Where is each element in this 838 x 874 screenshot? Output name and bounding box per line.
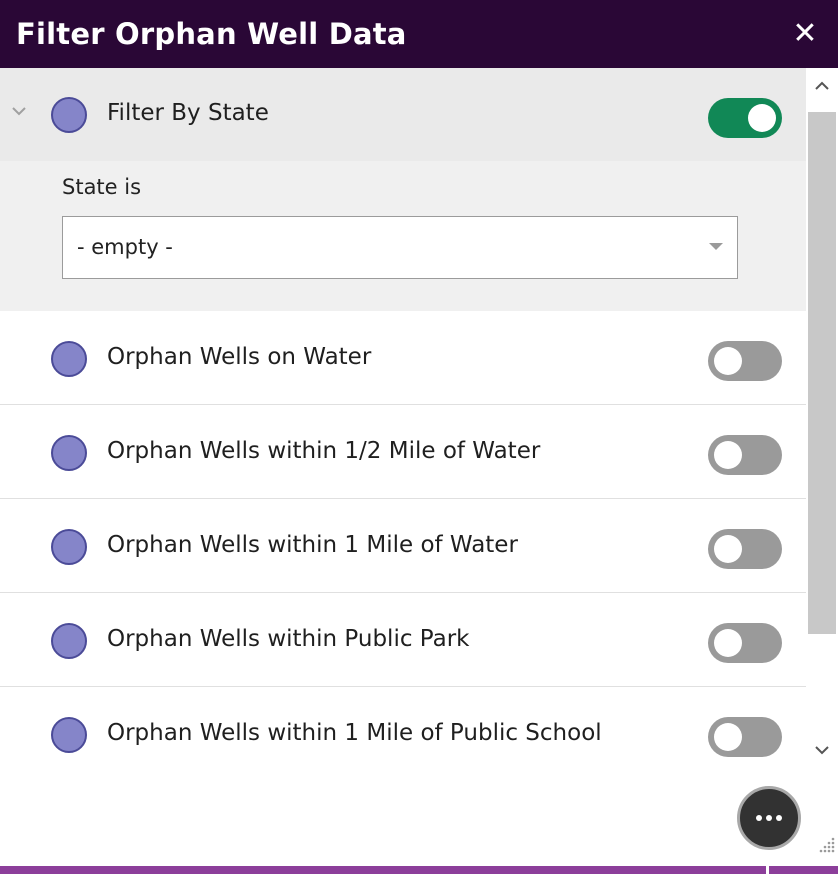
layer-dot-icon	[51, 529, 87, 565]
layer-dot-icon	[51, 717, 87, 753]
toggle-knob	[714, 535, 742, 563]
caret-down-icon	[709, 243, 723, 250]
scrollbar-thumb[interactable]	[808, 112, 836, 634]
close-icon[interactable]: ✕	[790, 19, 820, 49]
expression-label: State is	[62, 175, 142, 199]
chevron-down-icon[interactable]	[10, 102, 28, 120]
filter-group: Orphan Wells within 1 Mile of Water	[0, 499, 806, 593]
layer-dot-icon	[51, 97, 87, 133]
filter-toggle-half-mile-water[interactable]	[708, 435, 782, 475]
state-select-value: - empty -	[77, 235, 173, 259]
scroll-up-icon[interactable]	[810, 74, 834, 98]
filter-row-one-mile-water[interactable]: Orphan Wells within 1 Mile of Water	[0, 499, 806, 593]
toggle-knob	[714, 347, 742, 375]
filter-row-state[interactable]: Filter By State	[0, 68, 806, 161]
vertical-scrollbar[interactable]	[806, 68, 838, 768]
bottom-accent-bar	[0, 866, 838, 874]
filter-label: Orphan Wells within 1 Mile of Public Sch…	[107, 720, 602, 746]
filter-row-half-mile-water[interactable]: Orphan Wells within 1/2 Mile of Water	[0, 405, 806, 499]
filter-label: Orphan Wells within 1 Mile of Water	[107, 532, 518, 558]
resize-handle-icon[interactable]	[818, 836, 836, 854]
filter-row-public-park[interactable]: Orphan Wells within Public Park	[0, 593, 806, 687]
filter-label: Orphan Wells on Water	[107, 344, 372, 370]
filter-label: Orphan Wells within 1/2 Mile of Water	[107, 438, 541, 464]
filter-toggle-state[interactable]	[708, 98, 782, 138]
filter-row-water[interactable]: Orphan Wells on Water	[0, 311, 806, 405]
state-select[interactable]: - empty -	[62, 216, 738, 279]
filter-row-public-school[interactable]: Orphan Wells within 1 Mile of Public Sch…	[0, 687, 806, 768]
layer-dot-icon	[51, 341, 87, 377]
filter-label: Orphan Wells within Public Park	[107, 626, 470, 652]
filter-group: Orphan Wells within 1/2 Mile of Water	[0, 405, 806, 499]
filter-toggle-public-school[interactable]	[708, 717, 782, 757]
filter-group: Orphan Wells within Public Park	[0, 593, 806, 687]
layer-dot-icon	[51, 623, 87, 659]
filter-group-state: Filter By State State is - empty -	[0, 68, 806, 311]
more-options-button[interactable]	[737, 786, 801, 850]
filter-toggle-one-mile-water[interactable]	[708, 529, 782, 569]
layer-dot-icon	[51, 435, 87, 471]
filter-toggle-water[interactable]	[708, 341, 782, 381]
scroll-down-icon[interactable]	[810, 738, 834, 762]
bar-separator	[766, 866, 769, 874]
toggle-knob	[714, 441, 742, 469]
filter-group: Orphan Wells within 1 Mile of Public Sch…	[0, 687, 806, 768]
filter-list: Filter By State State is - empty - Orpha…	[0, 68, 806, 768]
filter-group: Orphan Wells on Water	[0, 311, 806, 405]
widget-title: Filter Orphan Well Data	[16, 17, 407, 51]
filter-toggle-public-park[interactable]	[708, 623, 782, 663]
more-horizontal-icon	[756, 815, 782, 821]
toggle-knob	[714, 723, 742, 751]
widget-header: Filter Orphan Well Data ✕	[0, 0, 838, 68]
filter-expression: State is - empty -	[0, 161, 806, 311]
toggle-knob	[714, 629, 742, 657]
toggle-knob	[748, 104, 776, 132]
filter-label: Filter By State	[107, 100, 269, 126]
